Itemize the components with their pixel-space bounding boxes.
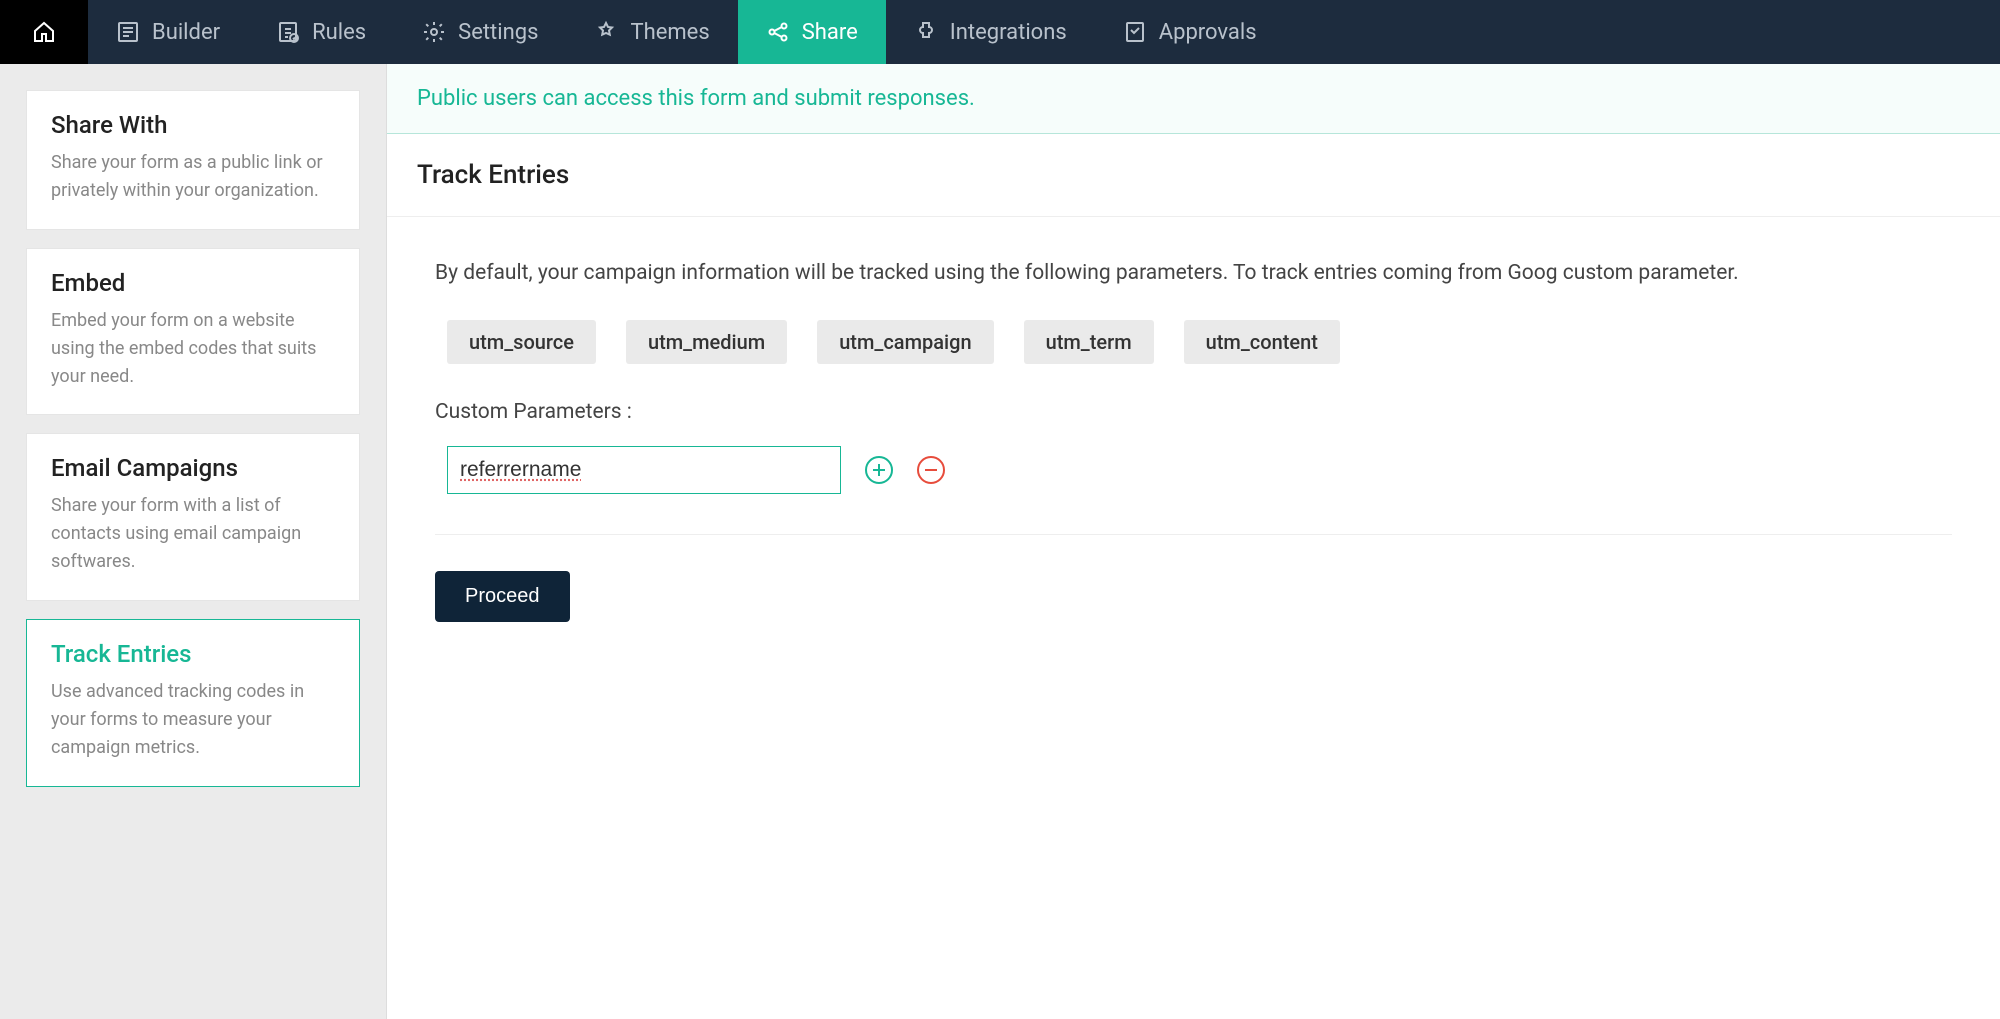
- divider: [435, 534, 1952, 535]
- nav-label: Approvals: [1159, 20, 1257, 45]
- plus-icon: [872, 463, 886, 477]
- approvals-icon: [1123, 20, 1147, 44]
- sidebar-item-desc: Share your form with a list of contacts …: [51, 492, 335, 576]
- nav-label: Share: [802, 20, 858, 45]
- rules-icon: [276, 20, 300, 44]
- share-icon: [766, 20, 790, 44]
- sidebar-item-desc: Embed your form on a website using the e…: [51, 307, 335, 391]
- nav-approvals[interactable]: Approvals: [1095, 0, 1285, 64]
- custom-params-label: Custom Parameters :: [435, 400, 1952, 424]
- themes-icon: [594, 20, 618, 44]
- custom-param-input[interactable]: [447, 446, 841, 494]
- builder-icon: [116, 20, 140, 44]
- param-tag: utm_source: [447, 320, 596, 364]
- top-navbar: Builder Rules Settings Themes Share Inte…: [0, 0, 2000, 64]
- nav-label: Builder: [152, 20, 220, 45]
- nav-label: Settings: [458, 20, 538, 45]
- settings-icon: [422, 20, 446, 44]
- minus-icon: [924, 463, 938, 477]
- nav-integrations[interactable]: Integrations: [886, 0, 1095, 64]
- layout: Share With Share your form as a public l…: [0, 64, 2000, 1019]
- param-tag: utm_medium: [626, 320, 787, 364]
- sidebar-item-title: Email Campaigns: [51, 454, 335, 482]
- custom-param-row: [447, 446, 1952, 494]
- content-area: By default, your campaign information wi…: [387, 217, 2000, 662]
- page-title: Track Entries: [387, 134, 2000, 217]
- nav-themes[interactable]: Themes: [566, 0, 737, 64]
- sidebar-item-share-with[interactable]: Share With Share your form as a public l…: [26, 90, 360, 230]
- nav-settings[interactable]: Settings: [394, 0, 566, 64]
- param-tag: utm_campaign: [817, 320, 993, 364]
- integrations-icon: [914, 20, 938, 44]
- param-tag: utm_content: [1184, 320, 1340, 364]
- public-access-banner: Public users can access this form and su…: [387, 64, 2000, 134]
- intro-text: By default, your campaign information wi…: [435, 257, 1952, 290]
- main-panel: Public users can access this form and su…: [386, 64, 2000, 1019]
- nav-share[interactable]: Share: [738, 0, 886, 64]
- param-tag: utm_term: [1024, 320, 1154, 364]
- proceed-button[interactable]: Proceed: [435, 571, 570, 622]
- home-icon: [32, 20, 56, 44]
- nav-label: Integrations: [950, 20, 1067, 45]
- sidebar-item-title: Track Entries: [51, 640, 335, 668]
- sidebar: Share With Share your form as a public l…: [0, 64, 386, 1019]
- sidebar-item-email-campaigns[interactable]: Email Campaigns Share your form with a l…: [26, 433, 360, 601]
- nav-label: Rules: [312, 20, 366, 45]
- add-param-button[interactable]: [865, 456, 893, 484]
- nav-builder[interactable]: Builder: [88, 0, 248, 64]
- home-button[interactable]: [0, 0, 88, 64]
- nav-label: Themes: [630, 20, 709, 45]
- sidebar-item-title: Share With: [51, 111, 335, 139]
- nav-rules[interactable]: Rules: [248, 0, 394, 64]
- default-params-row: utm_source utm_medium utm_campaign utm_t…: [447, 320, 1952, 364]
- sidebar-item-desc: Share your form as a public link or priv…: [51, 149, 335, 205]
- sidebar-item-embed[interactable]: Embed Embed your form on a website using…: [26, 248, 360, 416]
- sidebar-item-title: Embed: [51, 269, 335, 297]
- sidebar-item-desc: Use advanced tracking codes in your form…: [51, 678, 335, 762]
- remove-param-button[interactable]: [917, 456, 945, 484]
- sidebar-item-track-entries[interactable]: Track Entries Use advanced tracking code…: [26, 619, 360, 787]
